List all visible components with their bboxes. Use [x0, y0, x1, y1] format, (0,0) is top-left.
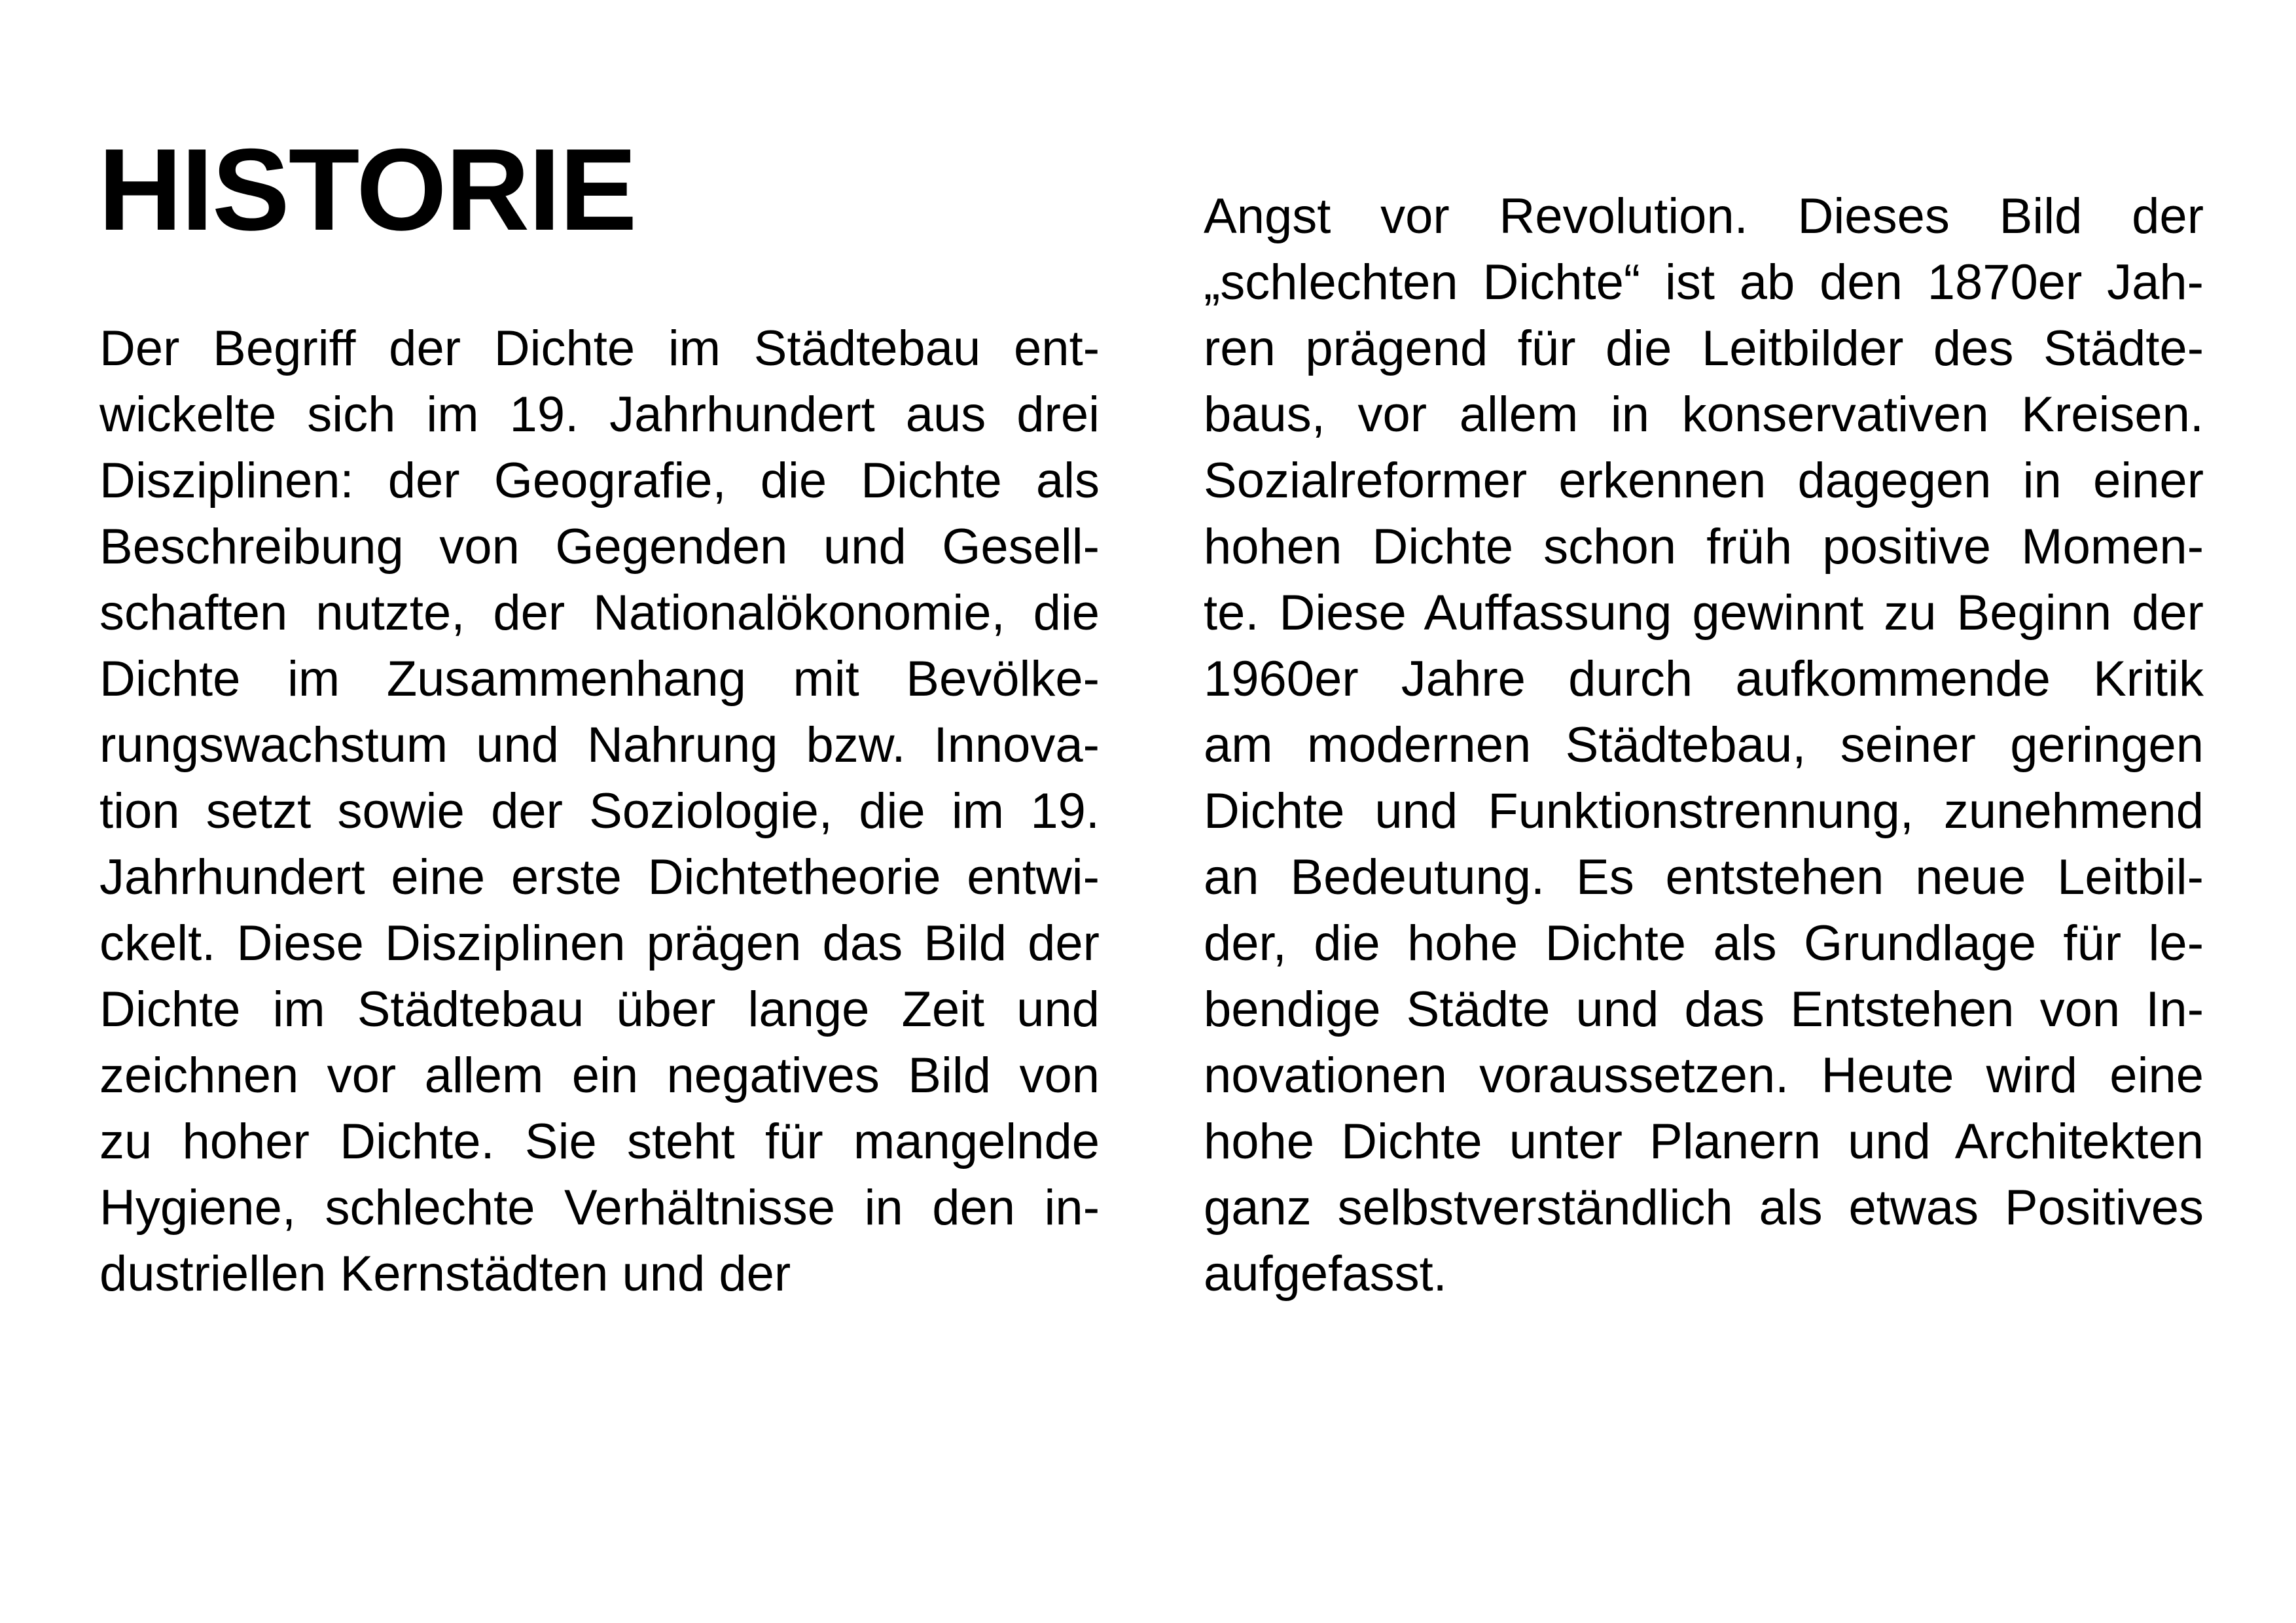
- text-line: Dichte im Städtebau über lange Zeit und: [99, 982, 1100, 1037]
- text-line: rungswachstum und Nahrung bzw. Innova-: [99, 717, 1100, 773]
- text-line: zu hoher Dichte. Sie steht für mangelnde: [99, 1114, 1100, 1169]
- text-line: wickelte sich im 19. Jahrhundert aus dre…: [99, 387, 1100, 442]
- text-line: an Bedeutung. Es entstehen neue Leitbil-: [1204, 849, 2204, 905]
- text-line: Sozialreformer erkennen dagegen in einer: [1204, 453, 2204, 508]
- text-line: Jahrhundert eine erste Dichtetheorie ent…: [99, 849, 1100, 905]
- text-line: „schlechten Dichte“ ist ab den 1870er Ja…: [1204, 255, 2204, 310]
- text-line: tion setzt sowie der Soziologie, die im …: [99, 783, 1100, 839]
- page-title: HISTORIE: [98, 124, 637, 255]
- text-column-right: Angst vor Revolution. Dieses Bild der „s…: [1204, 183, 2204, 1307]
- text-line: zeichnen vor allem ein negatives Bild vo…: [99, 1048, 1100, 1103]
- document-page: HISTORIE Der Begriff der Dichte im Städt…: [0, 0, 2296, 1623]
- text-line: ganz selbstverständlich als etwas Positi…: [1204, 1180, 2204, 1236]
- text-line: Der Begriff der Dichte im Städtebau ent-: [99, 321, 1100, 376]
- text-line: te. Diese Auffassung gewinnt zu Beginn d…: [1204, 585, 2204, 641]
- text-line: baus, vor allem in konservativen Kreisen…: [1204, 387, 2204, 442]
- text-column-left: Der Begriff der Dichte im Städtebau ent-…: [99, 315, 1100, 1307]
- text-line: am modernen Städtebau, seiner geringen: [1204, 717, 2204, 773]
- text-line: Beschreibung von Gegenden und Gesell-: [99, 519, 1100, 575]
- text-line: hohe Dichte unter Planern und Architekte…: [1204, 1114, 2204, 1169]
- text-line: der, die hohe Dichte als Grundlage für l…: [1204, 916, 2204, 971]
- text-line: 1960er Jahre durch aufkommende Kritik: [1204, 651, 2204, 707]
- text-line: dustriellen Kernstädten und der: [99, 1246, 791, 1302]
- text-line: schaften nutzte, der Nationalökonomie, d…: [99, 585, 1100, 641]
- text-line: ren prägend für die Leitbilder des Städt…: [1204, 321, 2204, 376]
- text-line: bendige Städte und das Entstehen von In-: [1204, 982, 2204, 1037]
- text-line: aufgefasst.: [1204, 1246, 1447, 1302]
- text-line: novationen voraussetzen. Heute wird eine: [1204, 1048, 2204, 1103]
- text-line: hohen Dichte schon früh positive Momen-: [1204, 519, 2204, 575]
- text-line: Dichte und Funktionstrennung, zunehmend: [1204, 783, 2204, 839]
- text-line: Hygiene, schlechte Verhältnisse in den i…: [99, 1180, 1100, 1236]
- text-line: ckelt. Diese Disziplinen prägen das Bild…: [99, 916, 1100, 971]
- text-line: Disziplinen: der Geografie, die Dichte a…: [99, 453, 1100, 508]
- text-line: Angst vor Revolution. Dieses Bild der: [1204, 188, 2204, 244]
- text-line: Dichte im Zusammenhang mit Bevölke-: [99, 651, 1100, 707]
